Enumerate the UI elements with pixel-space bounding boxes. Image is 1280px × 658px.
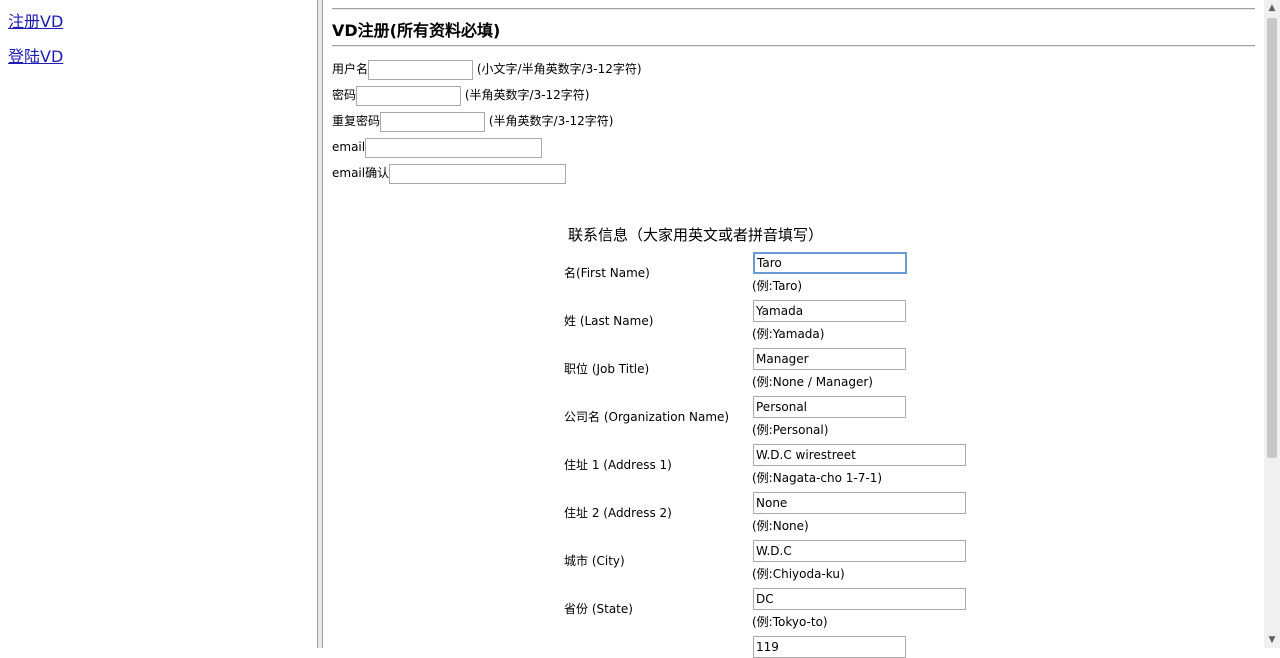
email-confirm-row: email确认	[332, 162, 567, 184]
main-frame: VD注册(所有资料必填) 用户名 (小文字/半角英数字/3-12字符) 密码 (…	[324, 0, 1264, 658]
email-row: email	[332, 136, 543, 158]
repeat-password-input[interactable]	[380, 111, 486, 132]
organization-input[interactable]	[753, 396, 906, 418]
repeat-password-label: 重复密码	[332, 114, 381, 128]
password-row: 密码 (半角英数字/3-12字符)	[332, 84, 590, 106]
title-divider-line	[332, 45, 1255, 47]
password-label: 密码	[332, 88, 357, 102]
login-vd-link[interactable]: 登陆VD	[8, 43, 63, 67]
scroll-down-icon[interactable]: ▼	[1264, 632, 1280, 648]
first-name-input[interactable]	[753, 252, 907, 274]
frame-divider[interactable]	[317, 0, 323, 648]
first-name-label: 名(First Name)	[564, 266, 650, 280]
register-vd-link[interactable]: 注册VD	[8, 8, 63, 32]
organization-label: 公司名 (Organization Name)	[564, 410, 730, 424]
scrollbar-thumb[interactable]	[1267, 18, 1277, 458]
username-row: 用户名 (小文字/半角英数字/3-12字符)	[332, 58, 642, 80]
city-example: (例:Chiyoda-ku)	[752, 567, 845, 581]
address1-input[interactable]	[753, 444, 966, 466]
job-title-input[interactable]	[753, 348, 906, 370]
repeat-password-row: 重复密码 (半角英数字/3-12字符)	[332, 110, 614, 132]
city-label: 城市 (City)	[564, 554, 625, 568]
repeat-password-hint: (半角英数字/3-12字符)	[488, 114, 614, 128]
top-divider-line	[332, 8, 1255, 10]
left-nav-frame: 注册VD 登陆VD	[0, 0, 317, 648]
page-title: VD注册(所有资料必填)	[332, 21, 501, 40]
address1-example: (例:Nagata-cho 1-7-1)	[752, 471, 883, 485]
username-input[interactable]	[368, 59, 474, 80]
contact-section-title: 联系信息（大家用英文或者拼音填写）	[568, 226, 824, 244]
address1-label: 住址 1 (Address 1)	[564, 458, 672, 472]
address2-example: (例:None)	[752, 519, 809, 533]
vertical-scrollbar[interactable]: ▲ ▼	[1264, 0, 1280, 648]
username-hint: (小文字/半角英数字/3-12字符)	[476, 62, 642, 76]
state-label: 省份 (State)	[564, 602, 633, 616]
password-input[interactable]	[356, 85, 462, 106]
postal-code-input[interactable]	[753, 636, 906, 658]
last-name-example: (例:Yamada)	[752, 327, 825, 341]
email-input[interactable]	[365, 137, 543, 158]
last-name-label: 姓 (Last Name)	[564, 314, 654, 328]
scroll-up-icon[interactable]: ▲	[1264, 0, 1280, 16]
email-label: email	[332, 140, 366, 154]
first-name-example: (例:Taro)	[752, 279, 803, 293]
email-confirm-input[interactable]	[389, 163, 567, 184]
state-example: (例:Tokyo-to)	[752, 615, 828, 629]
address2-label: 住址 2 (Address 2)	[564, 506, 672, 520]
password-hint: (半角英数字/3-12字符)	[464, 88, 590, 102]
email-confirm-label: email确认	[332, 166, 390, 180]
username-label: 用户名	[332, 62, 369, 76]
job-title-label: 职位 (Job Title)	[564, 362, 650, 376]
job-title-example: (例:None / Manager)	[752, 375, 873, 389]
organization-example: (例:Personal)	[752, 423, 829, 437]
state-input[interactable]	[753, 588, 966, 610]
city-input[interactable]	[753, 540, 966, 562]
address2-input[interactable]	[753, 492, 966, 514]
last-name-input[interactable]	[753, 300, 906, 322]
